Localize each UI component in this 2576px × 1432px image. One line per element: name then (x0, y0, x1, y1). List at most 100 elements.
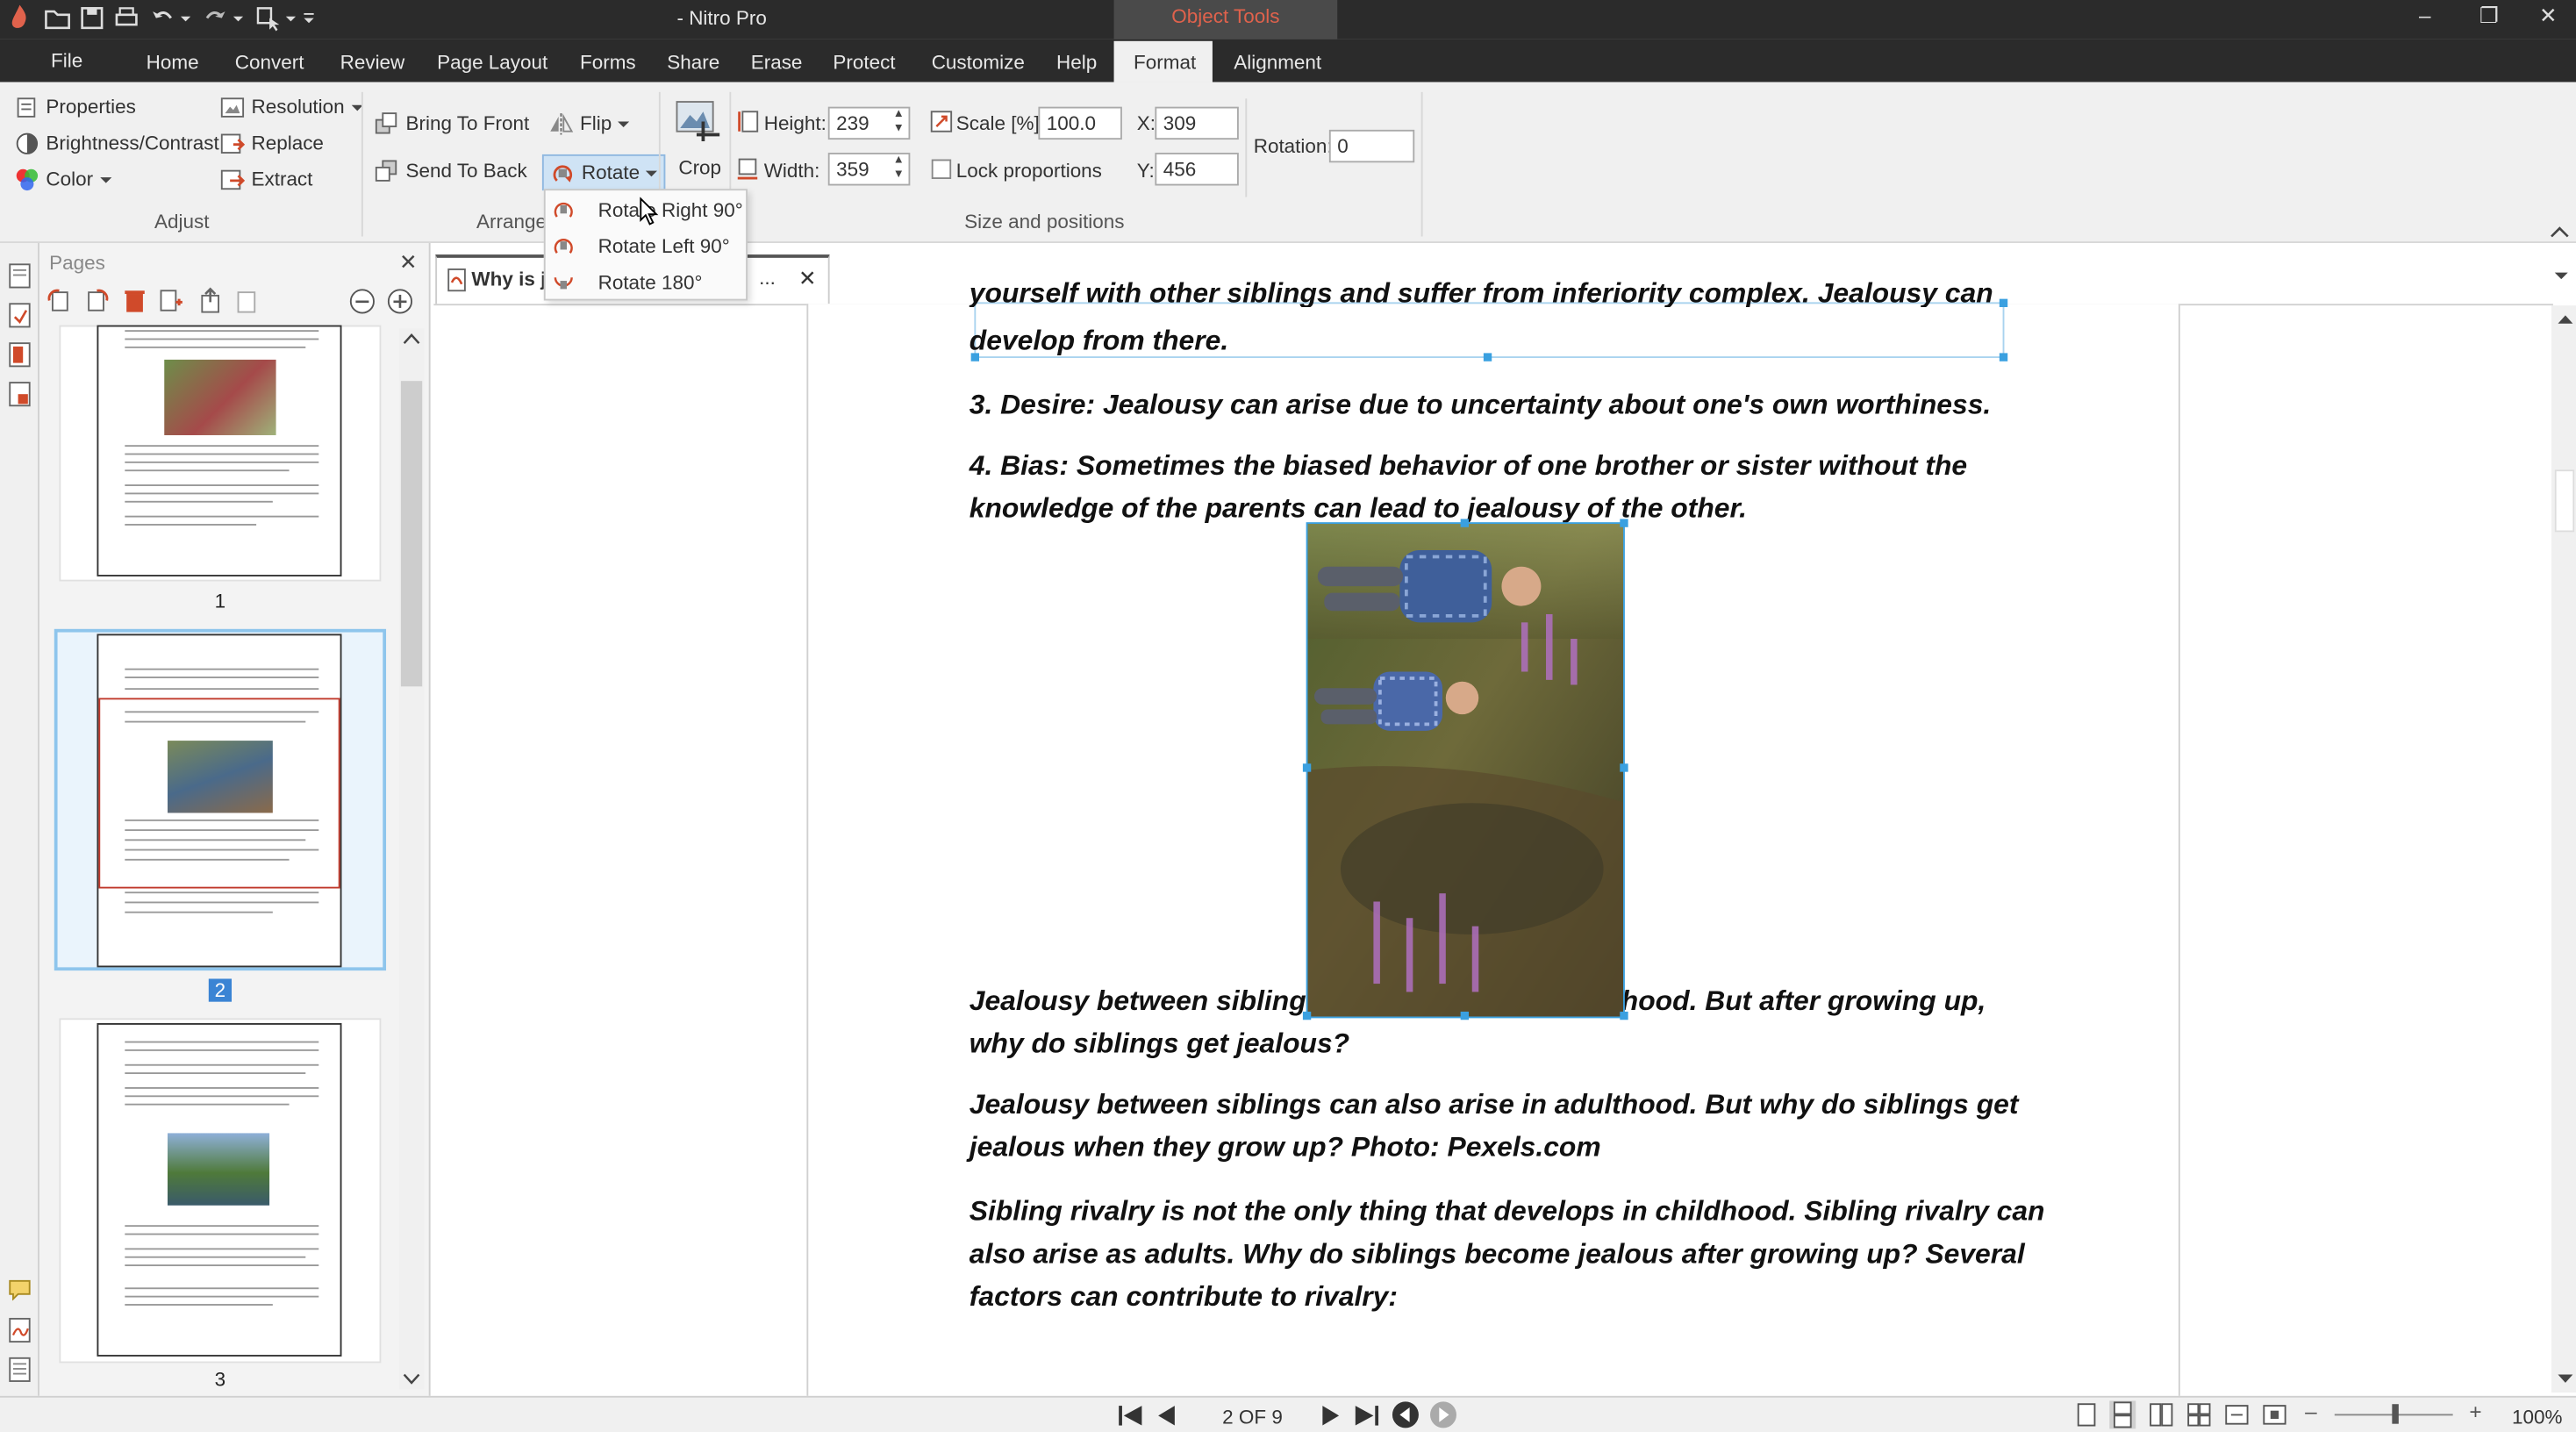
facing-view-icon[interactable] (2149, 1402, 2173, 1427)
open-icon[interactable] (43, 4, 73, 33)
height-stepper[interactable]: ▲ ▼ (891, 107, 907, 140)
pages-panel-icon[interactable] (8, 262, 31, 289)
delete-page-icon[interactable] (122, 288, 148, 314)
save-icon[interactable] (77, 4, 107, 33)
document-tab-close-button[interactable]: ✕ (798, 266, 816, 292)
width-stepper[interactable]: ▲ ▼ (891, 153, 907, 185)
replace-page-icon[interactable] (233, 288, 260, 314)
select-dropdown-icon[interactable] (283, 4, 299, 33)
selection-handle[interactable] (1302, 1011, 1312, 1020)
last-page-icon[interactable] (1354, 1404, 1380, 1427)
rotate-button[interactable]: Rotate (541, 154, 667, 191)
previous-view-icon[interactable] (1392, 1400, 1420, 1428)
minimize-button[interactable]: – (2395, 0, 2454, 32)
zoom-out-thumbnails-icon[interactable] (348, 288, 376, 316)
undo-icon[interactable] (148, 4, 178, 33)
zoom-slider-thumb[interactable] (2392, 1404, 2399, 1424)
properties-button[interactable]: Properties (15, 92, 136, 122)
selection-handle[interactable] (1999, 353, 2008, 362)
continuous-view-icon[interactable] (2109, 1400, 2136, 1429)
facing-continuous-view-icon[interactable] (2186, 1402, 2211, 1427)
zoom-in-thumbnails-icon[interactable] (386, 288, 414, 316)
next-view-icon[interactable] (1429, 1400, 1457, 1428)
crop-button[interactable]: Crop (667, 92, 726, 190)
tab-page-layout[interactable]: Page Layout (437, 51, 547, 74)
tab-file[interactable]: File (51, 49, 82, 72)
rotate-left-90-menu-item[interactable]: Rotate Left 90° (546, 228, 746, 264)
tab-home[interactable]: Home (147, 51, 199, 74)
selection-handle[interactable] (1620, 763, 1628, 772)
print-icon[interactable] (111, 4, 141, 33)
send-to-back-button[interactable]: Send To Back (375, 156, 527, 186)
rotation-input[interactable]: 0 (1328, 129, 1415, 163)
comments-panel-icon[interactable] (8, 1278, 31, 1301)
replace-button[interactable]: Replace (220, 128, 324, 158)
security-panel-icon[interactable] (8, 381, 31, 407)
extract-button[interactable]: Extract (220, 164, 312, 194)
bring-to-front-button[interactable]: Bring To Front (375, 109, 529, 139)
scroll-up-icon[interactable] (403, 332, 421, 345)
page-indicator[interactable]: 2 OF 9 (1222, 1406, 1283, 1428)
resolution-button[interactable]: Resolution (220, 92, 363, 122)
pages-panel-close-button[interactable]: ✕ (399, 249, 417, 276)
selection-handle[interactable] (1483, 353, 1492, 362)
tab-erase[interactable]: Erase (751, 51, 803, 74)
rotate-page-right-icon[interactable] (83, 288, 110, 314)
selection-handle[interactable] (1620, 519, 1628, 527)
page-thumbnail-selected[interactable] (97, 634, 342, 968)
selection-handle[interactable] (1620, 1011, 1628, 1020)
single-page-view-icon[interactable] (2075, 1402, 2098, 1427)
page-thumbnail[interactable] (97, 1023, 342, 1357)
scale-input[interactable]: 100.0 (1038, 106, 1122, 140)
output-panel-icon[interactable] (8, 1357, 31, 1383)
scroll-up-icon[interactable] (2557, 312, 2575, 326)
previous-page-icon[interactable] (1156, 1404, 1176, 1427)
signatures-panel-icon[interactable] (8, 1317, 31, 1343)
rotate-180-menu-item[interactable]: Rotate 180° (546, 264, 746, 300)
zoom-out-icon[interactable]: – (2305, 1400, 2317, 1424)
tab-protect[interactable]: Protect (833, 51, 895, 74)
tab-alignment[interactable]: Alignment (1234, 51, 1321, 74)
color-button[interactable]: Color (15, 164, 111, 194)
attachments-panel-icon[interactable] (8, 341, 31, 368)
selection-handle[interactable] (1302, 763, 1312, 772)
next-page-icon[interactable] (1320, 1404, 1340, 1427)
insert-page-icon[interactable] (158, 288, 184, 314)
fit-page-icon[interactable] (2262, 1402, 2286, 1427)
rotate-page-left-icon[interactable] (46, 288, 72, 314)
x-input[interactable]: 309 (1155, 106, 1239, 140)
brightness-contrast-button[interactable]: Brightness/Contrast (15, 128, 219, 158)
flip-button[interactable]: Flip (548, 109, 630, 139)
y-input[interactable]: 456 (1155, 153, 1239, 186)
selection-handle[interactable] (1999, 298, 2008, 307)
document-scrollbar-thumb[interactable] (2554, 469, 2575, 533)
select-tool-icon[interactable] (253, 4, 283, 33)
extract-page-icon[interactable] (197, 287, 224, 314)
fit-width-icon[interactable] (2224, 1402, 2249, 1427)
scroll-down-icon[interactable] (403, 1373, 421, 1386)
lock-proportions-checkbox[interactable] (931, 159, 952, 180)
first-page-icon[interactable] (1117, 1404, 1143, 1427)
redo-dropdown-icon[interactable] (230, 4, 247, 33)
tab-help[interactable]: Help (1056, 51, 1097, 74)
bookmarks-panel-icon[interactable] (8, 302, 31, 328)
restore-button[interactable]: ❐ (2459, 0, 2518, 32)
selection-handle[interactable] (1460, 519, 1470, 527)
redo-icon[interactable] (200, 4, 230, 33)
customize-quick-access-icon[interactable] (301, 4, 318, 33)
close-window-button[interactable]: ✕ (2519, 0, 2576, 32)
collapse-ribbon-icon[interactable] (2550, 224, 2569, 240)
tab-list-dropdown-icon[interactable] (2553, 269, 2570, 283)
tab-forms[interactable]: Forms (580, 51, 636, 74)
zoom-level[interactable]: 100% (2512, 1406, 2562, 1428)
zoom-in-icon[interactable]: + (2469, 1400, 2481, 1424)
tab-format[interactable]: Format (1134, 51, 1196, 74)
tab-share[interactable]: Share (667, 51, 719, 74)
selected-photo[interactable] (1306, 522, 1625, 1019)
scroll-down-icon[interactable] (2557, 1373, 2575, 1386)
tab-customize[interactable]: Customize (932, 51, 1025, 74)
tab-convert[interactable]: Convert (235, 51, 304, 74)
undo-dropdown-icon[interactable] (177, 4, 194, 33)
selection-handle[interactable] (1460, 1011, 1470, 1020)
thumbnails-scrollbar-thumb[interactable] (400, 381, 423, 687)
